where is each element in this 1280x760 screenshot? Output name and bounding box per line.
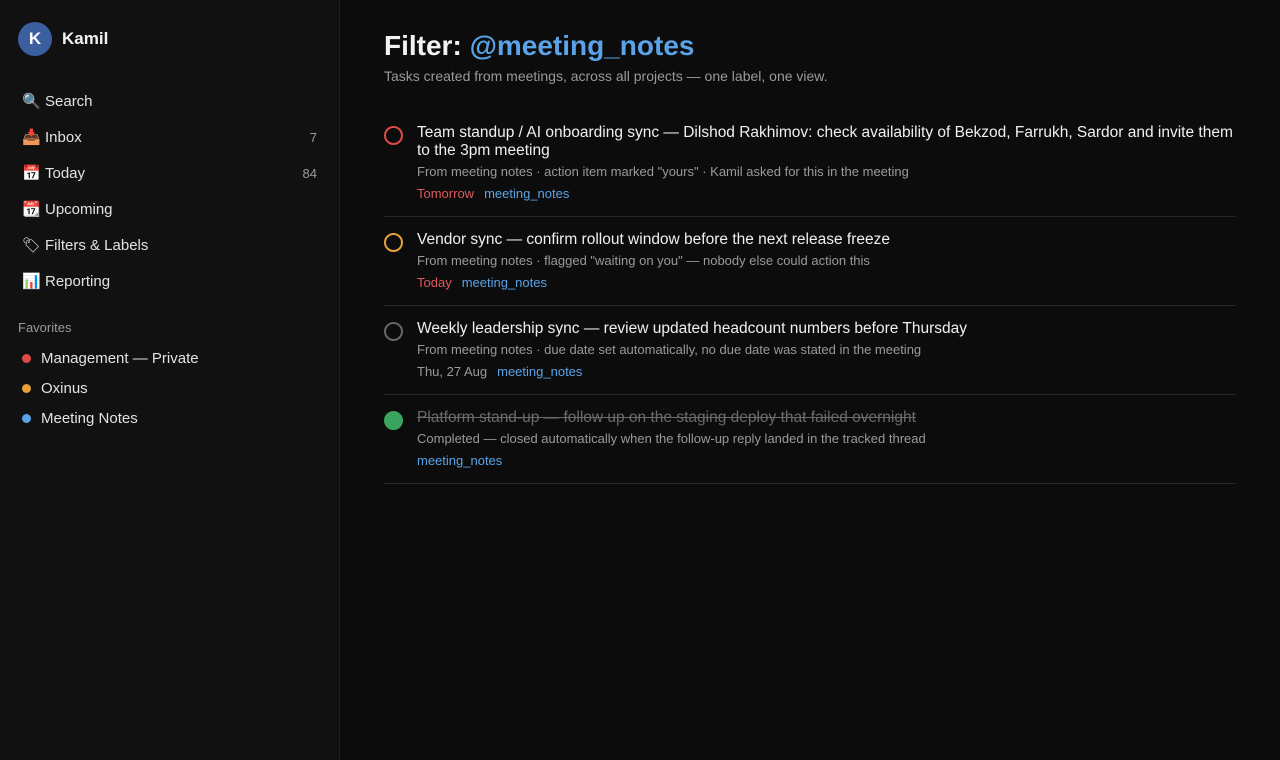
favorite-item-oxinus[interactable]: Oxinus xyxy=(18,373,321,403)
task-row[interactable]: Weekly leadership sync — review updated … xyxy=(384,306,1236,395)
favorite-label: Meeting Notes xyxy=(41,409,138,427)
user-menu[interactable]: K Kamil xyxy=(18,22,321,56)
task-checkbox-checked[interactable] xyxy=(384,411,403,430)
task-description: From meeting notes · due date set automa… xyxy=(417,342,922,357)
task-row-completed[interactable]: Platform stand-up — follow up on the sta… xyxy=(384,395,1236,484)
nav-item-filters-labels[interactable]: 🏷 Filters & Labels xyxy=(18,227,321,263)
filter-query: @meeting_notes xyxy=(469,30,695,61)
sidebar: K Kamil 🔍 Search 📥 Inbox 7 📅 Today 84 📆 … xyxy=(0,0,340,760)
project-color-dot xyxy=(22,413,31,423)
task-description: From meeting notes · action item marked … xyxy=(417,164,909,179)
nav-label: Upcoming xyxy=(45,200,113,218)
nav-label: Inbox xyxy=(45,128,82,146)
task-title: Weekly leadership sync — review updated … xyxy=(417,320,967,337)
bar-chart-icon: 📊 xyxy=(22,273,41,290)
user-name: Kamil xyxy=(62,29,109,48)
task-title: Platform stand-up — follow up on the sta… xyxy=(417,409,916,426)
upcoming-calendar-icon: 📆 xyxy=(22,201,41,218)
inbox-count: 7 xyxy=(309,129,317,145)
nav-item-today[interactable]: 📅 Today 84 xyxy=(18,155,321,191)
project-color-dot xyxy=(22,383,31,393)
avatar: K xyxy=(18,22,52,56)
favorite-label: Oxinus xyxy=(41,379,88,397)
nav-item-reporting[interactable]: 📊 Reporting xyxy=(18,263,321,299)
app-root: K Kamil 🔍 Search 📥 Inbox 7 📅 Today 84 📆 … xyxy=(0,0,1280,760)
favorite-label: Management — Private xyxy=(41,349,199,367)
inbox-icon: 📥 xyxy=(22,129,41,146)
nav-item-search[interactable]: 🔍 Search xyxy=(18,83,321,119)
page-title-prefix: Filter: xyxy=(384,30,470,61)
nav-label: Reporting xyxy=(45,272,111,290)
favorites-heading: Favorites xyxy=(18,320,72,335)
task-title: Team standup / AI onboarding sync — Dils… xyxy=(417,124,1233,159)
task-list: Team standup / AI onboarding sync — Dils… xyxy=(384,110,1236,484)
page-subtitle: Tasks created from meetings, across all … xyxy=(384,68,828,84)
task-description: From meeting notes · flagged "waiting on… xyxy=(417,253,870,268)
today-count: 84 xyxy=(302,165,317,181)
calendar-icon: 📅 xyxy=(22,165,41,182)
nav-label: Today xyxy=(45,164,86,182)
nav-item-inbox[interactable]: 📥 Inbox 7 xyxy=(18,119,321,155)
search-icon: 🔍 xyxy=(22,93,41,110)
nav-item-upcoming[interactable]: 📆 Upcoming xyxy=(18,191,321,227)
main-nav: 🔍 Search 📥 Inbox 7 📅 Today 84 📆 Upcoming… xyxy=(18,83,321,299)
due-date[interactable]: Thu, 27 Aug xyxy=(417,364,487,380)
project-color-dot xyxy=(22,353,31,363)
task-label[interactable]: meeting_notes xyxy=(497,364,582,380)
favorites-list: Management — Private Oxinus Meeting Note… xyxy=(18,343,321,433)
favorite-item-management-private[interactable]: Management — Private xyxy=(18,343,321,373)
favorite-item-meeting-notes[interactable]: Meeting Notes xyxy=(18,403,321,433)
task-checkbox[interactable] xyxy=(384,126,403,145)
task-checkbox[interactable] xyxy=(384,233,403,252)
task-label[interactable]: meeting_notes xyxy=(462,275,547,291)
due-date[interactable]: Tomorrow xyxy=(417,186,474,202)
task-label[interactable]: meeting_notes xyxy=(484,186,569,202)
task-description: Completed — closed automatically when th… xyxy=(417,431,926,446)
nav-label: Search xyxy=(45,92,93,110)
due-date[interactable]: Today xyxy=(417,275,452,291)
nav-label: Filters & Labels xyxy=(45,236,149,254)
task-label[interactable]: meeting_notes xyxy=(417,453,502,469)
task-title: Vendor sync — confirm rollout window bef… xyxy=(417,231,890,248)
label-tag-icon: 🏷 xyxy=(22,237,42,254)
main-content: Filter: @meeting_notes Tasks created fro… xyxy=(340,0,1280,760)
task-row[interactable]: Vendor sync — confirm rollout window bef… xyxy=(384,217,1236,306)
task-checkbox[interactable] xyxy=(384,322,403,341)
task-row[interactable]: Team standup / AI onboarding sync — Dils… xyxy=(384,110,1236,217)
page-title: Filter: @meeting_notes xyxy=(384,28,1236,64)
